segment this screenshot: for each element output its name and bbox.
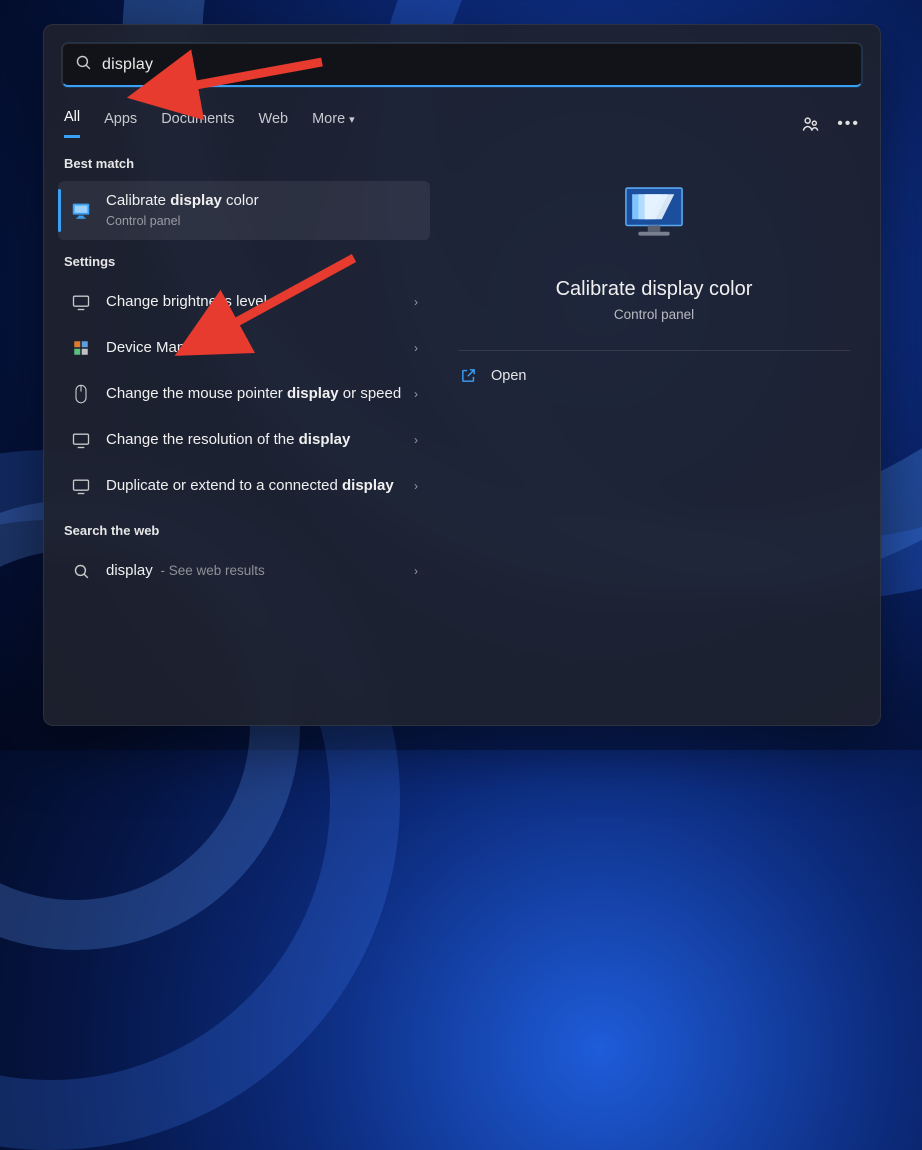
result-title: Duplicate or extend to a connected displ… <box>106 476 408 496</box>
result-subtitle: Control panel <box>106 213 418 230</box>
result-duplicate-extend[interactable]: Duplicate or extend to a connected displ… <box>58 463 430 509</box>
search-icon <box>70 563 92 580</box>
chevron-right-icon: › <box>414 295 418 309</box>
people-icon <box>801 114 821 134</box>
scope-tab-more[interactable]: More▾ <box>312 111 355 137</box>
chevron-right-icon: › <box>414 479 418 493</box>
result-title: Change brightness level <box>106 292 408 312</box>
preview-pane: Calibrate display color Control panel Op… <box>442 152 866 594</box>
chevron-right-icon: › <box>414 564 418 578</box>
preview-action-label: Open <box>491 368 526 384</box>
monitor-outline-icon <box>70 430 92 450</box>
section-settings: Settings <box>64 254 424 269</box>
monitor-icon <box>70 200 92 222</box>
open-external-icon <box>460 367 477 384</box>
scope-tab-apps[interactable]: Apps <box>104 111 137 137</box>
mouse-icon <box>70 384 92 404</box>
section-best-match: Best match <box>64 156 424 171</box>
device-manager-icon <box>70 339 92 357</box>
result-resolution[interactable]: Change the resolution of the display › <box>58 417 430 463</box>
result-mouse-pointer[interactable]: Change the mouse pointer display or spee… <box>58 371 430 417</box>
results-list: Best match Calibrate display color Contr… <box>58 152 430 594</box>
monitor-outline-icon <box>70 476 92 496</box>
search-options-button[interactable] <box>801 114 821 134</box>
more-actions-button[interactable]: ••• <box>837 115 860 133</box>
result-title: Change the mouse pointer display or spee… <box>106 384 408 404</box>
result-device-manager[interactable]: Device Manager › <box>58 325 430 371</box>
monitor-outline-icon <box>70 292 92 312</box>
preview-title: Calibrate display color <box>452 278 856 301</box>
chevron-down-icon: ▾ <box>349 114 355 126</box>
result-title: display - See web results <box>106 561 408 581</box>
scope-tab-all[interactable]: All <box>64 109 80 138</box>
preview-action-open[interactable]: Open <box>452 351 856 400</box>
scope-tab-web[interactable]: Web <box>259 111 289 137</box>
result-title: Device Manager <box>106 338 408 358</box>
chevron-right-icon: › <box>414 341 418 355</box>
search-input[interactable] <box>102 56 861 74</box>
search-bar[interactable] <box>62 43 862 87</box>
result-change-brightness[interactable]: Change brightness level › <box>58 279 430 325</box>
section-search-web: Search the web <box>64 523 424 538</box>
start-search-panel: All Apps Documents Web More▾ ••• Best ma… <box>43 24 881 726</box>
chevron-right-icon: › <box>414 433 418 447</box>
scope-tab-documents[interactable]: Documents <box>161 111 234 137</box>
search-icon <box>75 54 92 76</box>
result-best-match[interactable]: Calibrate display color Control panel <box>58 181 430 240</box>
preview-subtitle: Control panel <box>452 307 856 322</box>
result-title: Calibrate display color <box>106 191 418 211</box>
ellipsis-icon: ••• <box>837 115 860 133</box>
chevron-right-icon: › <box>414 387 418 401</box>
result-title: Change the resolution of the display <box>106 430 408 450</box>
scope-bar: All Apps Documents Web More▾ ••• <box>64 109 860 138</box>
preview-icon <box>452 174 856 252</box>
result-web-search[interactable]: display - See web results › <box>58 548 430 594</box>
